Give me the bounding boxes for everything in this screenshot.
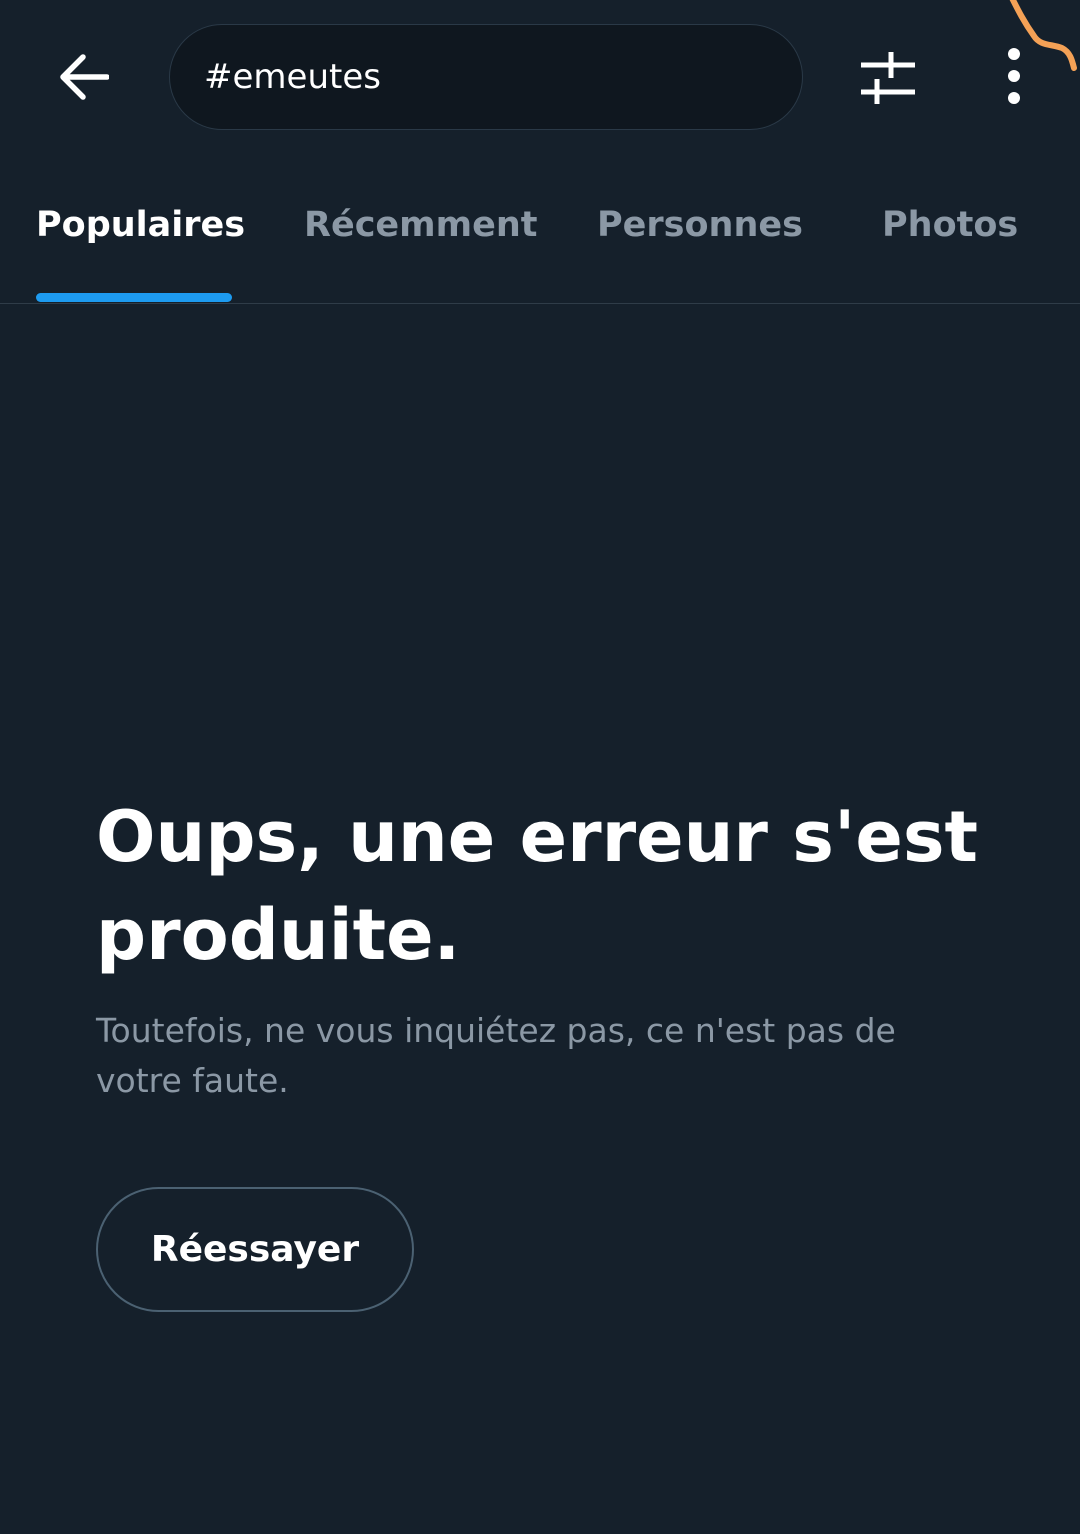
more-options-button[interactable] (984, 40, 1044, 112)
tab-photos[interactable]: Photos (882, 160, 1018, 303)
top-bar (0, 0, 1080, 160)
search-tabs: Populaires Récemment Personnes Photos (0, 160, 1080, 304)
tab-label: Photos (882, 204, 1019, 245)
error-message: Toutefois, ne vous inquiétez pas, ce n'e… (96, 1011, 896, 1100)
more-vertical-icon (1008, 48, 1020, 104)
retry-button[interactable]: Réessayer (96, 1187, 414, 1312)
error-title: Oups, une erreur s'est produite. (96, 796, 979, 976)
arrow-left-icon (60, 54, 109, 100)
search-box[interactable] (169, 24, 803, 130)
tab-label: Populaires (36, 204, 246, 245)
back-button[interactable] (48, 44, 118, 110)
tab-label: Personnes (597, 204, 803, 245)
tab-personnes[interactable]: Personnes (597, 160, 803, 303)
sliders-icon (861, 52, 915, 104)
active-tab-indicator (36, 293, 232, 302)
filter-button[interactable] (852, 44, 924, 112)
search-input[interactable] (204, 57, 764, 97)
tab-recemment[interactable]: Récemment (304, 160, 538, 303)
tab-populaires[interactable]: Populaires (36, 160, 245, 303)
tab-label: Récemment (304, 204, 538, 245)
